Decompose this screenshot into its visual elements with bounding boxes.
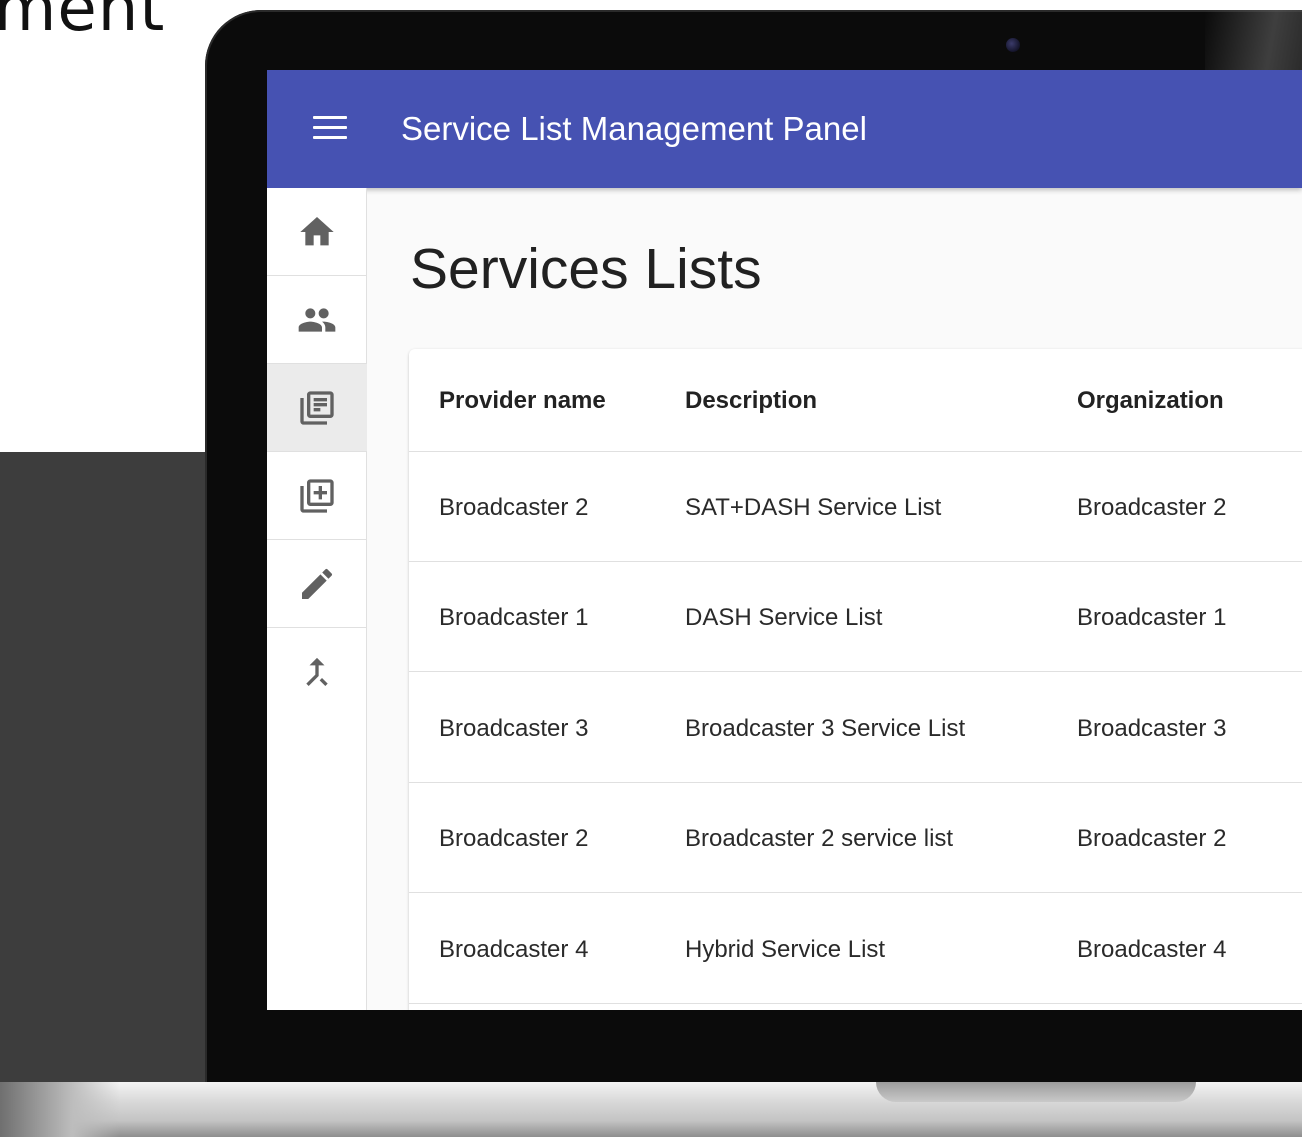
library-add-icon xyxy=(300,478,334,513)
cell-organization: Broadcaster 2 xyxy=(1077,494,1227,521)
app-screen: Service List Management Panel Services L… xyxy=(267,70,1302,1010)
cell-provider: Broadcaster 1 xyxy=(439,604,589,631)
cell-description: DASH Service List xyxy=(685,604,883,631)
nav-item-users[interactable] xyxy=(267,276,367,364)
home-icon xyxy=(300,216,334,245)
table-row[interactable]: Broadcaster 2 Broadcaster 2 service list… xyxy=(409,783,1302,893)
cell-organization: Broadcaster 1 xyxy=(1077,604,1227,631)
cell-provider: Broadcaster 4 xyxy=(439,936,589,963)
table-row[interactable]: Broadcaster 4 Hybrid Service List Broadc… xyxy=(409,894,1302,1004)
nav-item-home[interactable] xyxy=(267,188,367,276)
nav-item-edit[interactable] xyxy=(267,540,367,628)
nav-item-add-list[interactable] xyxy=(267,452,367,540)
bezel-reflection xyxy=(1205,10,1302,70)
table-row[interactable]: Broadcaster 3 Broadcaster 3 Service List… xyxy=(409,673,1302,783)
cell-description: Hybrid Service List xyxy=(685,936,886,963)
table-row[interactable]: Broadcaster 2 SAT+DASH Service List Broa… xyxy=(409,452,1302,562)
cell-organization: Broadcaster 3 xyxy=(1077,715,1227,742)
side-navigation xyxy=(267,188,367,1010)
column-header-provider[interactable]: Provider name xyxy=(439,387,606,415)
page-title: Services Lists xyxy=(410,237,762,301)
edit-icon xyxy=(302,568,333,599)
cell-organization: Broadcaster 4 xyxy=(1077,936,1227,963)
menu-icon[interactable] xyxy=(313,116,347,142)
cell-provider: Broadcaster 2 xyxy=(439,825,589,852)
nav-item-merge[interactable] xyxy=(267,628,367,716)
table-row[interactable]: Broadcaster 1 DASH Service List Broadcas… xyxy=(409,562,1302,672)
background-dark-panel xyxy=(0,452,240,1137)
cell-description: SAT+DASH Service List xyxy=(685,494,942,521)
cell-provider: Broadcaster 3 xyxy=(439,715,589,742)
cell-description: Broadcaster 3 Service List xyxy=(685,715,966,742)
column-header-organization[interactable]: Organization xyxy=(1077,387,1224,415)
webcam-icon xyxy=(1006,38,1020,52)
app-title: Service List Management Panel xyxy=(401,110,867,147)
background-heading: ment xyxy=(0,0,166,46)
table-header: Provider name Description Organization xyxy=(409,349,1302,452)
services-table: Provider name Description Organization B… xyxy=(409,349,1302,1010)
cell-provider: Broadcaster 2 xyxy=(439,494,589,521)
merge-icon xyxy=(306,657,328,687)
column-header-description[interactable]: Description xyxy=(685,387,817,415)
app-bar: Service List Management Panel xyxy=(267,70,1302,188)
nav-item-service-lists[interactable] xyxy=(267,364,367,452)
library-books-icon xyxy=(300,390,334,425)
cell-description: Broadcaster 2 service list xyxy=(685,825,954,852)
cell-organization: Broadcaster 2 xyxy=(1077,825,1227,852)
laptop-notch xyxy=(876,1082,1196,1102)
people-icon xyxy=(298,307,336,332)
